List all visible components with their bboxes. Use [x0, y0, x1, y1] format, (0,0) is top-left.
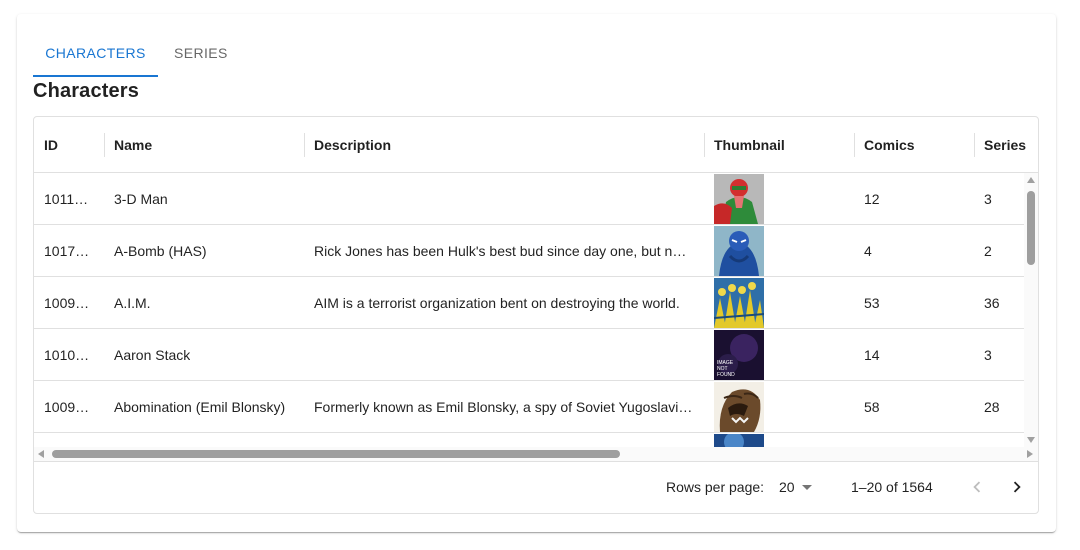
horizontal-scrollbar[interactable]: [34, 447, 1038, 461]
image-not-found-line-3: FOUND: [717, 372, 735, 378]
thumbnail-image: [714, 226, 764, 276]
cell-comics-text: 14: [864, 346, 880, 363]
characters-data-grid: ID Name Description Thumbnail Comics Ser…: [33, 116, 1039, 514]
horizontal-scroll-thumb[interactable]: [52, 450, 620, 458]
image-not-found-thumbnail: IMAGE NOT FOUND: [714, 330, 764, 380]
cell-name: A.I.M.: [104, 277, 304, 328]
cell-name-text: Aaron Stack: [114, 346, 191, 363]
column-header-thumbnail[interactable]: Thumbnail: [704, 117, 854, 172]
cell-comics: 53: [854, 277, 974, 328]
next-page-button[interactable]: [1002, 472, 1032, 502]
column-header-id[interactable]: ID: [34, 117, 104, 172]
rows-per-page-select[interactable]: 20: [779, 479, 795, 495]
cell-name: Aaron Stack: [104, 329, 304, 380]
caret-down-icon[interactable]: [802, 485, 812, 490]
cell-series: 2: [974, 225, 1024, 276]
cell-description: [304, 173, 704, 224]
cell-id: 10091…: [34, 381, 104, 432]
cell-series: 28: [974, 381, 1024, 432]
cell-description-text: Rick Jones has been Hulk's best bud sinc…: [314, 242, 694, 259]
cell-series-text: 3: [984, 190, 992, 207]
column-header-description[interactable]: Description: [304, 117, 704, 172]
cell-id: 10171…: [34, 225, 104, 276]
column-header-name[interactable]: Name: [104, 117, 304, 172]
cell-id: 10091…: [34, 277, 104, 328]
column-header-comics[interactable]: Comics: [854, 117, 974, 172]
cell-id-text: 10113…: [44, 190, 94, 207]
cell-name-text: 3-D Man: [114, 190, 168, 207]
table-row[interactable]: 10091… A.I.M. AIM is a terrorist organiz…: [34, 277, 1024, 329]
table-row[interactable]: 10091… Abomination (Emil Blonsky) Former…: [34, 381, 1024, 433]
cell-series-text: 2: [984, 242, 992, 259]
cell-series: 3: [974, 329, 1024, 380]
pagination-footer: Rows per page: 20 1–20 of 1564: [34, 461, 1038, 513]
cell-series: 3: [974, 173, 1024, 224]
cell-description: Rick Jones has been Hulk's best bud sinc…: [304, 225, 704, 276]
active-tab-indicator: [33, 75, 158, 77]
scroll-up-arrow-icon[interactable]: [1027, 177, 1035, 183]
cell-comics-text: 58: [864, 398, 880, 415]
table-row[interactable]: [34, 433, 1024, 447]
cell-name: 3-D Man: [104, 173, 304, 224]
cell-description: [304, 329, 704, 380]
cell-series-text: 36: [984, 294, 1000, 311]
previous-page-button[interactable]: [962, 472, 992, 502]
cell-id-text: 10091…: [44, 398, 94, 415]
chevron-right-icon: [1013, 481, 1021, 493]
cell-comics-text: 53: [864, 294, 880, 311]
grid-header: ID Name Description Thumbnail Comics Ser…: [34, 117, 1038, 173]
cell-description-text: AIM is a terrorist organization bent on …: [314, 294, 680, 311]
cell-id-text: 10171…: [44, 242, 94, 259]
section-title: Characters: [33, 80, 140, 102]
table-row[interactable]: 10113… 3-D Man 12 3: [34, 173, 1024, 225]
thumbnail-image: [714, 382, 764, 432]
thumbnail-image: [714, 174, 764, 224]
cell-comics: 12: [854, 173, 974, 224]
column-header-series[interactable]: Series: [974, 117, 1038, 172]
cell-series-text: 3: [984, 346, 992, 363]
rows-per-page-label: Rows per page:: [666, 479, 765, 495]
chevron-left-icon: [973, 481, 981, 493]
cell-comics: 14: [854, 329, 974, 380]
table-row[interactable]: 10106… Aaron Stack IMAGE NOT FOUND 14 3: [34, 329, 1024, 381]
scroll-right-arrow-icon[interactable]: [1027, 450, 1033, 458]
thumbnail-image: [714, 278, 764, 328]
cell-description-text: Formerly known as Emil Blonsky, a spy of…: [314, 398, 693, 415]
cell-id: 10106…: [34, 329, 104, 380]
table-row[interactable]: 10171… A-Bomb (HAS) Rick Jones has been …: [34, 225, 1024, 277]
tab-series[interactable]: Series: [158, 30, 244, 76]
characters-card: Characters Series Characters ID Name Des…: [17, 14, 1056, 532]
cell-name-text: A-Bomb (HAS): [114, 242, 207, 259]
cell-comics: 4: [854, 225, 974, 276]
cell-id-text: 10091…: [44, 294, 94, 311]
vertical-scroll-thumb[interactable]: [1027, 191, 1035, 265]
scroll-left-arrow-icon[interactable]: [38, 450, 44, 458]
cell-series-text: 28: [984, 398, 1000, 415]
cell-name-text: Abomination (Emil Blonsky): [114, 398, 286, 415]
cell-name-text: A.I.M.: [114, 294, 151, 311]
pagination-range: 1–20 of 1564: [851, 479, 933, 495]
vertical-scrollbar[interactable]: [1024, 173, 1038, 456]
thumbnail-image: [714, 434, 764, 447]
cell-description: Formerly known as Emil Blonsky, a spy of…: [304, 381, 704, 432]
cell-series: 36: [974, 277, 1024, 328]
cell-id: 10113…: [34, 173, 104, 224]
cell-description: AIM is a terrorist organization bent on …: [304, 277, 704, 328]
scroll-down-arrow-icon[interactable]: [1027, 437, 1035, 443]
tab-characters[interactable]: Characters: [33, 30, 158, 76]
grid-rows: 10113… 3-D Man 12 3 10171… A-Bomb (HAS) …: [34, 173, 1024, 447]
cell-comics: 58: [854, 381, 974, 432]
cell-name: A-Bomb (HAS): [104, 225, 304, 276]
cell-id-text: 10106…: [44, 346, 94, 363]
cell-comics-text: 4: [864, 242, 872, 259]
cell-comics-text: 12: [864, 190, 880, 207]
tab-bar: Characters Series: [33, 30, 244, 78]
cell-name: Abomination (Emil Blonsky): [104, 381, 304, 432]
